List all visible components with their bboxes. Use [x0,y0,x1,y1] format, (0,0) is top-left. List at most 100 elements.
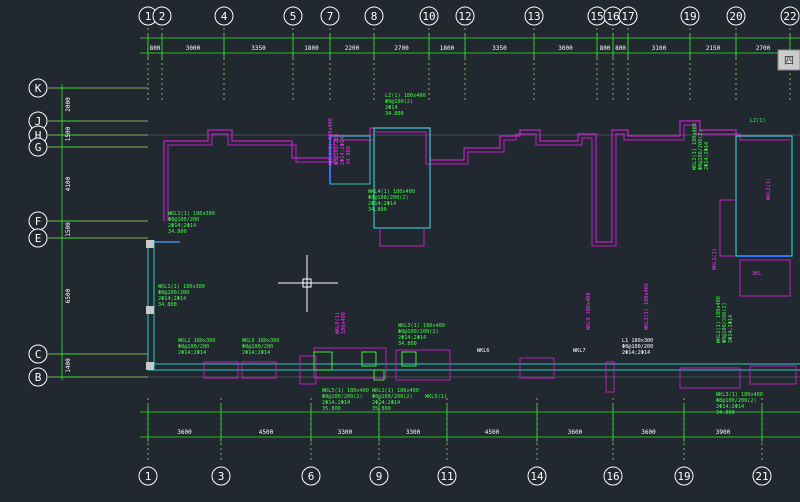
lower-wall-box [313,347,387,379]
column-box [373,369,385,381]
view-cube: 四 [777,49,800,71]
top-dimension-label: 1800 [304,45,319,52]
top-dimension-label: 3000 [186,45,201,52]
beam-annotation: WKL1(1) 180x400Φ8@100/2002Φ14;2Φ1434.800 [328,118,352,165]
beam-annotation-line: 3KL [752,271,761,277]
beam-annotation: L1 180x300 Φ8@100/200 2Φ14;2Φ14 [622,338,653,356]
beam-annotation: WKL1(1) 180x300 Φ8@100/200 2Φ14;2Φ14 34.800 [168,211,215,235]
top-axis-bubble-label: 17 [621,10,634,23]
beam-annotation: WKL9 180x400 [586,293,592,330]
bottom-axis-bubble-label: 21 [755,470,768,483]
top-dimension-label: 2200 [345,45,360,52]
bottom-axis-bubble-label: 3 [218,470,225,483]
left-axis-bubble-label: E [35,232,42,245]
core-bottom-wall [379,228,425,247]
column-box [313,351,333,371]
beam-annotation: WKL6 [477,348,490,354]
beam-annotation: WKL5(1)180x400 [335,312,347,334]
left-dimension-label: 1500 [65,222,72,237]
lower-wall-box [749,365,797,385]
beam-annotations: 800 3000 3350 1800 2200 2700 1800 3350 3000 800 80… [65,45,772,436]
lower-wall-box [679,367,741,389]
top-dimension-label: 800 [615,45,626,52]
top-axis-bubble-label: 1 [145,10,152,23]
column-marker [146,240,154,248]
bottom-dimension-label: 3300 [338,429,353,436]
beam-annotation-line: WKL6 [477,348,490,354]
beam-annotation: WKL2(1) [766,178,772,200]
left-dimension-label: 1400 [65,358,72,373]
top-axis-bubble-label: 7 [327,10,334,23]
beam-annotation-line: 35.800 [322,406,341,412]
top-axis-bubble-label: 15 [590,10,603,23]
top-dimension-label: 2150 [706,45,721,52]
beam-annotation-line: 34.800 [398,341,417,347]
beam-annotation-line: WKL7 [573,348,586,354]
top-axis-bubble-label: 19 [683,10,696,23]
bottom-dimension-label: 3900 [716,429,731,436]
top-axis-bubble-label: 12 [458,10,471,23]
beam-annotation: WKL1(1) 180x300 Φ8@100/200 2Φ14;2Φ14 34.800 [158,284,205,308]
cad-drawing-canvas[interactable]: 800 3000 3350 1800 2200 2700 1800 3350 3000 800 80… [0,0,800,498]
beam-annotation-line: WKL5(1) [425,394,447,400]
beam-annotation-line: 34.800 [346,146,352,165]
bottom-axis-bubble-label: 14 [530,470,544,483]
beam-annotation-line: 2Φ14;2Φ14 [704,142,710,170]
beam-annotation: WKL2 180x300 Φ8@100/200 2Φ14;2Φ14 [178,338,215,356]
beam-annotation: LZ(1) [750,118,766,124]
bottom-axis-bubble-label: 6 [308,470,315,483]
beam-annotation-line: 34.800 [368,207,387,213]
beam-annotation: WKL5(1) [425,394,447,400]
floor-framing-plan[interactable]: 800 3000 3350 1800 2200 2700 1800 3350 3000 800 80… [0,0,800,498]
top-axis-bubble-label: 10 [422,10,435,23]
cursor-crosshair [278,255,338,312]
beam-annotation-line: 35.800 [372,406,391,412]
top-dimension-label: 3100 [652,45,667,52]
beam-annotation: WKL4(1) 180x400 Φ8@100/200(2) 2Φ14;2Φ14 34.… [368,189,415,213]
left-axis-bubble-label: F [35,215,42,228]
beam-annotation: WKL3(1) 180x400 Φ8@100/200(2) 2Φ14;2Φ14 34.… [398,323,445,347]
top-dimension-label: 3350 [492,45,507,52]
bottom-axis-bubble-label: 1 [145,470,152,483]
left-axis-bubble-label: G [35,141,42,154]
bottom-axis-bubble-label: 9 [376,470,383,483]
left-axis-bubble-label: C [35,348,42,361]
lower-wall-box [395,349,451,381]
beam-annotation-line: LZ(1) [750,118,766,124]
beam-annotation: WKL3(1) 180x400 [644,283,650,330]
core-box [373,127,431,229]
top-axis-bubble-label: 2 [159,10,166,23]
beam-annotation-line: 34.800 [168,229,187,235]
bottom-axis-bubble-label: 11 [440,470,453,483]
beam-annotation-line: 2Φ14;2Φ14 [728,315,734,343]
beam-annotation: WKL1(1) 180x400 Φ8@100/200(2) 2Φ14;2Φ14 35.… [372,388,419,412]
top-dimension-label: 2700 [756,45,771,52]
top-axis-bubble-label: 4 [221,10,228,23]
beam-annotation: WKL7 [573,348,586,354]
top-dimension-label: 800 [150,45,161,52]
top-dimension-label: 1800 [440,45,455,52]
beam-annotation: 3KL [752,271,761,277]
lower-wall-box [519,357,555,379]
bottom-dimension-label: 3300 [406,429,421,436]
beam-annotation-line: 34.800 [716,410,735,416]
bottom-dimension-label: 3600 [641,429,656,436]
view-cube-label: 四 [784,56,794,67]
bottom-dimension-label: 3600 [177,429,192,436]
column-marker [146,306,154,314]
beam-annotation-line: WKL1(1) [712,248,718,270]
beam-annotation-line: 34.800 [158,302,177,308]
beam-annotation-line: 180x400 [341,312,347,334]
left-dimension-label: 4100 [65,176,72,191]
right-wall-stub [719,199,736,257]
top-axis-bubble-label: 20 [729,10,742,23]
bottom-dimension-label: 3600 [568,429,583,436]
beam-annotation-line: 34.800 [385,111,404,117]
beam-annotation: WKL2(1) 180x400Φ8@100/200(2)2Φ14;2Φ14 [716,296,734,343]
left-axis-bubble-label: K [35,82,42,95]
beam-annotation: LZ(1) 180x400 Φ8@100(2) 2Φ14 34.800 [385,93,426,117]
right-core-box [735,135,793,257]
beam-annotation: WKL1(1) [712,248,718,270]
left-dimension-label: 2000 [65,97,72,112]
top-axis-bubble-label: 5 [290,10,297,23]
